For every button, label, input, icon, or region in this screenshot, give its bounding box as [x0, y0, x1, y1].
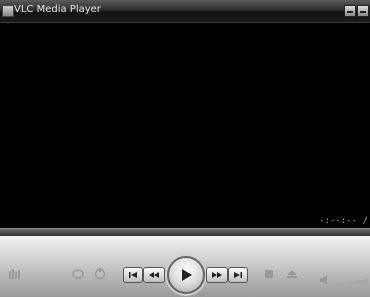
- eject-button[interactable]: [285, 268, 299, 280]
- random-icon: [94, 268, 106, 280]
- rewind-icon: [149, 272, 159, 278]
- close-icon: [360, 11, 366, 13]
- control-bar: [0, 236, 370, 297]
- random-button[interactable]: [92, 267, 108, 281]
- stop-icon: [265, 270, 273, 278]
- minimize-icon: [347, 11, 353, 13]
- skip-to-start-button[interactable]: [123, 267, 143, 283]
- time-display: -:--:-- /: [319, 216, 368, 226]
- loop-button[interactable]: [70, 267, 86, 281]
- playlist-button[interactable]: [8, 268, 22, 280]
- vlc-icon[interactable]: [2, 5, 14, 17]
- title-bar: VLC Media Player: [0, 0, 370, 23]
- fast-forward-icon: [212, 272, 222, 278]
- skip-to-end-button[interactable]: [228, 267, 248, 283]
- window-title: VLC Media Player: [14, 4, 101, 15]
- stop-button[interactable]: [262, 268, 276, 280]
- playlist-icon: [9, 269, 20, 279]
- rewind-button[interactable]: [143, 267, 165, 283]
- play-icon: [182, 269, 192, 281]
- skip-to-start-icon: [129, 272, 137, 278]
- fast-forward-button[interactable]: [206, 267, 228, 283]
- play-button[interactable]: [167, 256, 205, 294]
- minimize-button[interactable]: [344, 5, 356, 17]
- close-button[interactable]: [357, 5, 369, 17]
- loop-icon: [72, 269, 84, 279]
- skip-to-end-icon: [234, 272, 242, 278]
- volume-icon: [320, 275, 368, 285]
- video-area[interactable]: -:--:-- /: [0, 23, 370, 228]
- eject-icon: [287, 270, 297, 278]
- volume-control[interactable]: [320, 270, 368, 285]
